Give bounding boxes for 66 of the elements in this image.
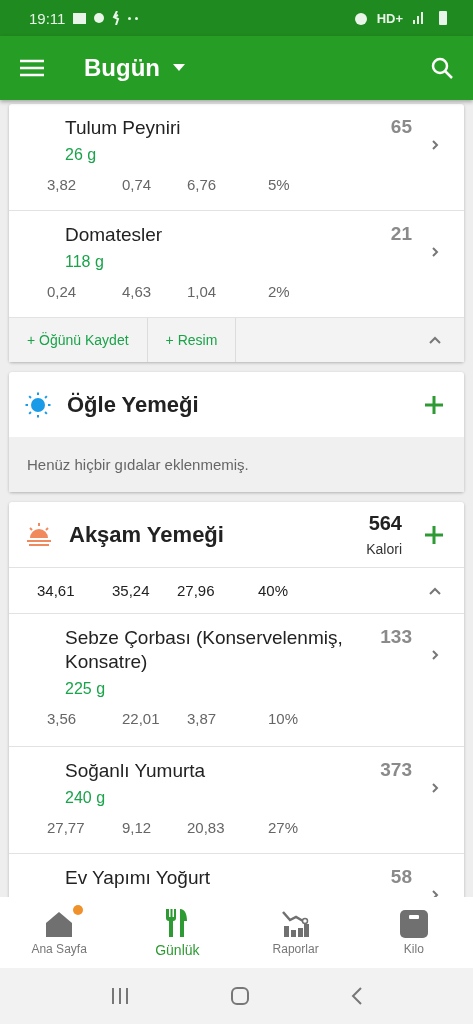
macro-value: 27% [268,819,300,836]
chart-icon [281,909,310,938]
network-type: HD+ [376,10,403,26]
macro-value: 3,82 [47,176,78,193]
total-value: 27,96 [177,582,216,599]
macro-value: 3,87 [187,710,218,727]
food-name: Soğanlı Yumurta [65,759,207,783]
search-icon[interactable] [431,57,453,79]
food-calories: 58 [390,866,412,888]
food-calories: 21 [390,223,412,245]
macro-value: 1,04 [187,283,218,300]
recent-apps-icon[interactable] [110,988,129,1004]
macro-value: 3,56 [47,710,78,727]
macro-value: 27,77 [47,819,86,836]
add-icon[interactable] [424,394,444,415]
food-name: Sebze Çorbası (Konservelenmiş, Konsatre) [65,626,344,674]
total-value: 34,61 [37,582,76,599]
food-name: Domatesler [65,223,164,247]
meal-action-button[interactable]: + Resim [147,318,237,362]
add-icon[interactable] [424,524,444,545]
meal-title: Akşam Yemeği [69,521,225,548]
fork-knife-icon [165,907,190,938]
macro-value: 9,12 [122,819,153,836]
food-calories: 133 [380,626,412,648]
macro-value: 10% [268,710,300,727]
alarm-icon [352,10,369,26]
back-icon[interactable] [350,987,363,1005]
total-value: 40% [258,582,290,599]
home-button-icon[interactable] [229,986,250,1006]
scale-icon [399,909,428,938]
image-icon [73,12,87,24]
sunset-icon [25,521,53,548]
macro-value: 5% [268,176,291,193]
nav-tab[interactable]: Raporlar [236,897,355,968]
calories-label: Kalori [366,541,402,557]
menu-icon[interactable] [20,59,44,77]
empty-message: Henüz hiçbir gıdalar eklenmemiş. [9,437,464,492]
total-value: 35,24 [112,582,151,599]
food-name: Tulum Peyniri [65,116,182,140]
macro-value: 0,24 [47,283,78,300]
status-time: 19:11 [29,9,66,27]
meal-title: Öğle Yemeği [67,391,200,418]
macro-value: 20,83 [187,819,226,836]
macro-value: 0,74 [122,176,153,193]
nav-tab[interactable]: Günlük [118,897,237,968]
macro-value: 4,63 [122,283,153,300]
meal-action-button[interactable]: + Öğünü Kaydet [9,318,148,362]
dropdown-caret-icon[interactable] [172,64,186,72]
sun-icon [25,391,51,418]
nav-tab[interactable]: Ana Sayfa [0,897,119,968]
food-name: Ev Yapımı Yoğurt [65,866,212,890]
home-icon [44,909,75,938]
food-amount: 26 g [65,146,98,164]
meal-calories: 564 [368,512,402,535]
nav-tab[interactable]: Kilo [354,897,473,968]
food-calories: 65 [390,116,412,138]
food-calories: 373 [380,759,412,781]
food-amount: 225 g [65,680,107,698]
notification-icon [94,13,105,23]
date-title[interactable]: Bugün [84,54,160,82]
macro-value: 2% [268,283,291,300]
food-amount: 118 g [65,253,105,271]
macro-value: 6,76 [187,176,218,193]
more-dots-icon [128,16,139,20]
food-amount: 240 g [65,789,107,807]
macro-value: 22,01 [122,710,161,727]
